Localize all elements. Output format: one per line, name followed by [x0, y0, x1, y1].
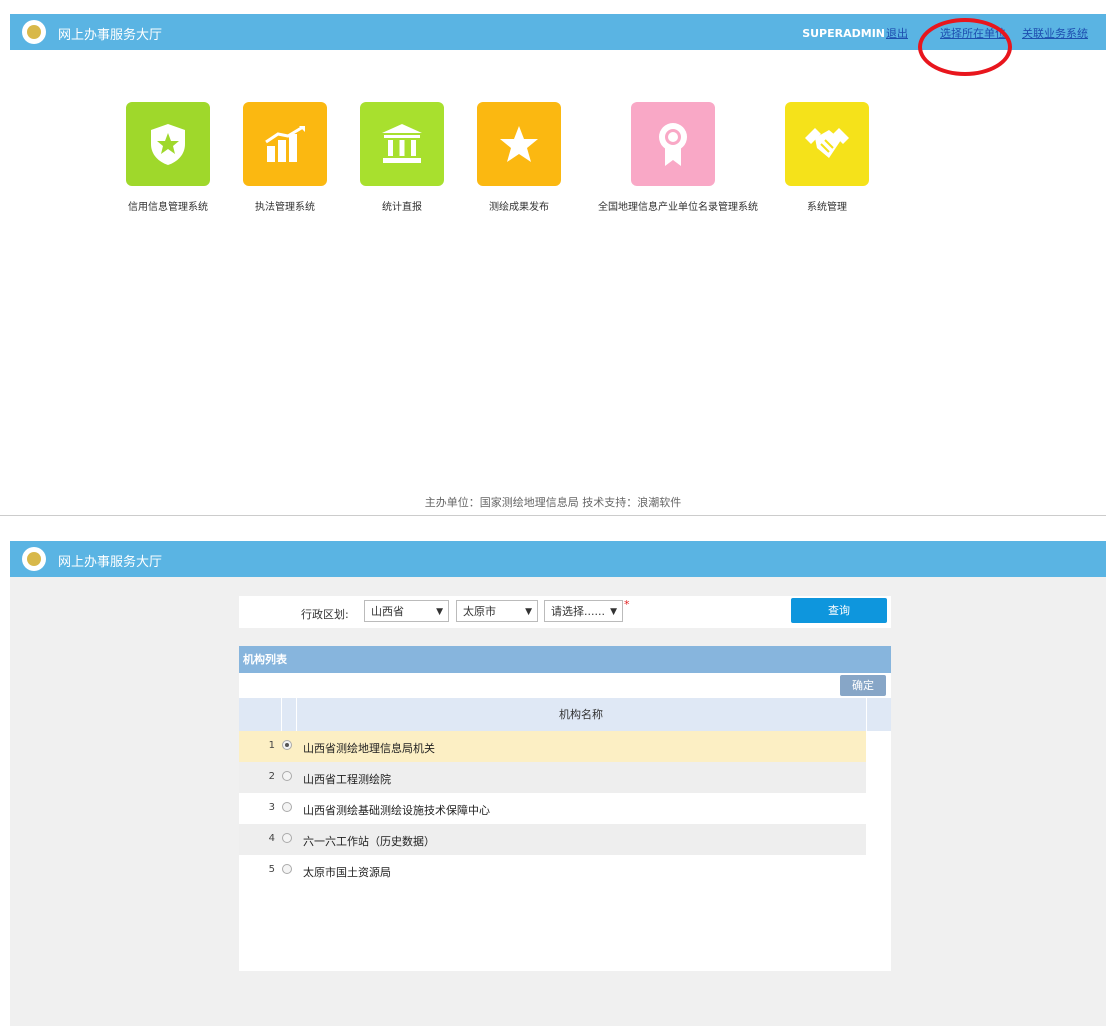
province-value: 山西省 — [371, 605, 404, 618]
org-list-toolbar: 确定 — [239, 673, 891, 698]
red-highlight-circle — [918, 18, 1012, 76]
column-header-name: 机构名称 — [559, 708, 603, 721]
national-emblem-icon — [22, 547, 46, 571]
org-list: 机构列表 确定 机构名称 1 山西省测绘地理信息局机关 2 山西省工程测绘院 3… — [239, 646, 891, 971]
row-number: 1 — [268, 740, 275, 751]
bank-icon — [360, 102, 444, 186]
city-value: 太原市 — [463, 605, 496, 618]
chevron-down-icon: ▼ — [436, 607, 443, 617]
national-emblem-icon — [22, 20, 46, 44]
radio-button[interactable] — [282, 771, 292, 781]
row-number: 3 — [268, 802, 275, 813]
province-select[interactable]: 山西省 ▼ — [364, 600, 449, 622]
table-row[interactable]: 3 山西省测绘基础测绘设施技术保障中心 — [239, 793, 866, 824]
app-survey-publish[interactable]: 测绘成果发布 — [444, 102, 594, 213]
chevron-down-icon: ▼ — [610, 607, 617, 617]
org-name: 山西省工程测绘院 — [303, 773, 391, 786]
related-system-link[interactable]: 关联业务系统 — [1022, 27, 1088, 40]
star-icon — [477, 102, 561, 186]
row-number: 5 — [268, 864, 275, 875]
app-geo-industry-directory[interactable]: 全国地理信息产业单位名录管理系统 — [598, 102, 758, 213]
table-row[interactable]: 1 山西省测绘地理信息局机关 — [239, 731, 866, 762]
site-title: 网上办事服务大厅 — [58, 555, 163, 570]
site-title: 网上办事服务大厅 — [58, 28, 163, 43]
award-ribbon-icon — [631, 102, 715, 186]
radio-button[interactable] — [282, 864, 292, 874]
region-filter: 行政区划: 山西省 ▼ 太原市 ▼ 请选择...... ▼ * 查询 — [239, 596, 891, 628]
city-select[interactable]: 太原市 ▼ — [456, 600, 538, 622]
row-number: 4 — [268, 833, 275, 844]
org-name: 山西省测绘地理信息局机关 — [303, 742, 435, 755]
org-name: 山西省测绘基础测绘设施技术保障中心 — [303, 804, 490, 817]
table-row[interactable]: 2 山西省工程测绘院 — [239, 762, 866, 793]
region-label: 行政区划: — [301, 608, 349, 621]
chevron-down-icon: ▼ — [525, 607, 532, 617]
handshake-icon — [785, 102, 869, 186]
bar-chart-icon — [243, 102, 327, 186]
radio-button[interactable] — [282, 802, 292, 812]
unit-selection-panel: 行政区划: 山西省 ▼ 太原市 ▼ 请选择...... ▼ * 查询 机构列表 确定 … — [10, 577, 1106, 1026]
radio-button[interactable] — [282, 833, 292, 843]
org-list-title: 机构列表 — [239, 646, 891, 673]
footer-credits: 主办单位：国家测绘地理信息局 技术支持：浪潮软件 — [424, 496, 682, 509]
username: SUPERADMIN — [802, 27, 885, 40]
org-name: 太原市国土资源局 — [303, 866, 391, 879]
divider — [0, 515, 1106, 516]
app-label: 全国地理信息产业单位名录管理系统 — [598, 202, 758, 213]
table-row[interactable]: 4 六一六工作站（历史数据） — [239, 824, 866, 855]
district-value: 请选择...... — [551, 605, 605, 618]
table-header: 机构名称 — [239, 698, 891, 731]
query-button[interactable]: 查询 — [791, 598, 887, 623]
app-system-admin[interactable]: 系统管理 — [752, 102, 902, 213]
app-grid: 信用信息管理系统 执法管理系统 统计直报 测绘成果发布 全国地理信息产业单位名录… — [0, 102, 1106, 222]
org-name: 六一六工作站（历史数据） — [303, 835, 435, 848]
shield-star-icon — [126, 102, 210, 186]
bottom-header-bar: 网上办事服务大厅 — [10, 541, 1106, 577]
table-row[interactable]: 5 太原市国土资源局 — [239, 855, 866, 886]
logout-link[interactable]: 退出 — [886, 27, 908, 40]
radio-button[interactable] — [282, 740, 292, 750]
row-number: 2 — [268, 771, 275, 782]
confirm-button[interactable]: 确定 — [840, 675, 886, 696]
app-label: 系统管理 — [807, 202, 847, 213]
required-mark: * — [624, 598, 630, 611]
app-label: 测绘成果发布 — [489, 202, 549, 213]
district-select[interactable]: 请选择...... ▼ — [544, 600, 623, 622]
